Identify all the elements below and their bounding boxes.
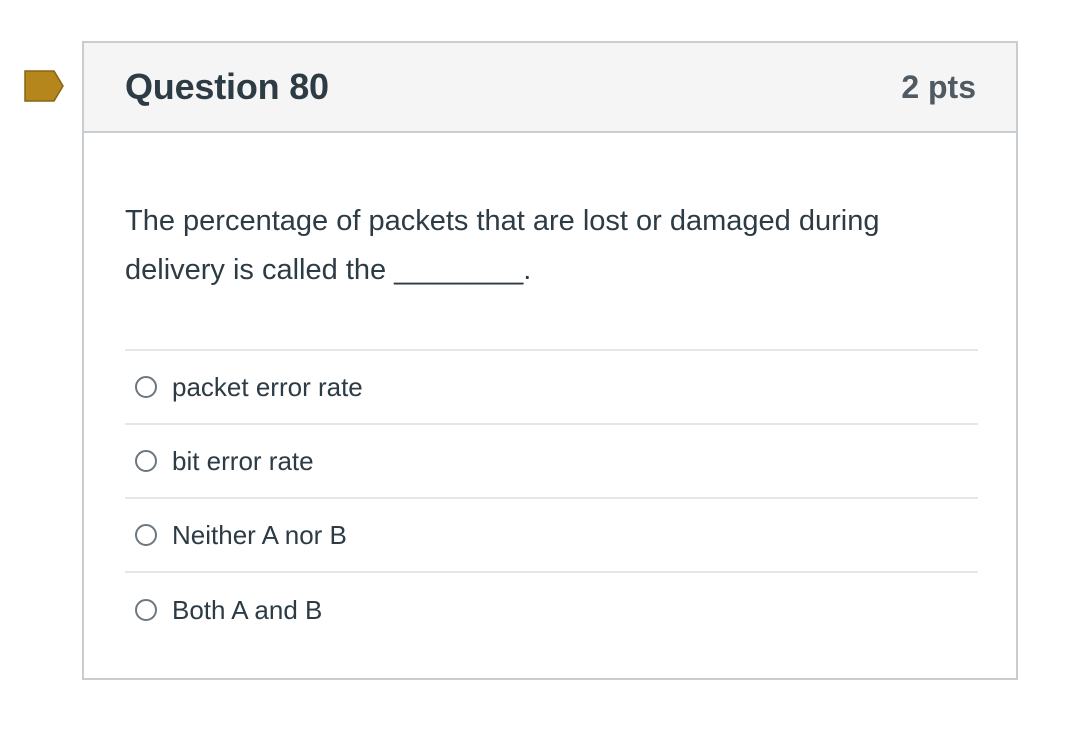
radio-button[interactable] <box>135 524 157 546</box>
radio-button[interactable] <box>135 599 157 621</box>
question-flag-icon[interactable] <box>24 70 64 102</box>
answer-option[interactable]: Neither A nor B <box>125 499 978 573</box>
question-header: Question 80 2 pts <box>84 43 1016 133</box>
question-text: The percentage of packets that are lost … <box>125 205 880 286</box>
question-card: Question 80 2 pts The percentage of pack… <box>82 41 1018 680</box>
question-title: Question 80 <box>125 66 329 107</box>
radio-button[interactable] <box>135 450 157 472</box>
answer-label[interactable]: Both A and B <box>172 595 322 626</box>
radio-button[interactable] <box>135 376 157 398</box>
question-body: The percentage of packets that are lost … <box>84 197 1016 647</box>
answer-option[interactable]: bit error rate <box>125 425 978 499</box>
question-points: 2 pts <box>901 68 976 105</box>
answer-label[interactable]: packet error rate <box>172 372 363 403</box>
answer-option[interactable]: packet error rate <box>125 351 978 425</box>
answer-label[interactable]: Neither A nor B <box>172 520 347 551</box>
answer-option[interactable]: Both A and B <box>125 573 978 647</box>
answer-label[interactable]: bit error rate <box>172 446 314 477</box>
answer-list: packet error rate bit error rate Neither… <box>125 349 978 647</box>
